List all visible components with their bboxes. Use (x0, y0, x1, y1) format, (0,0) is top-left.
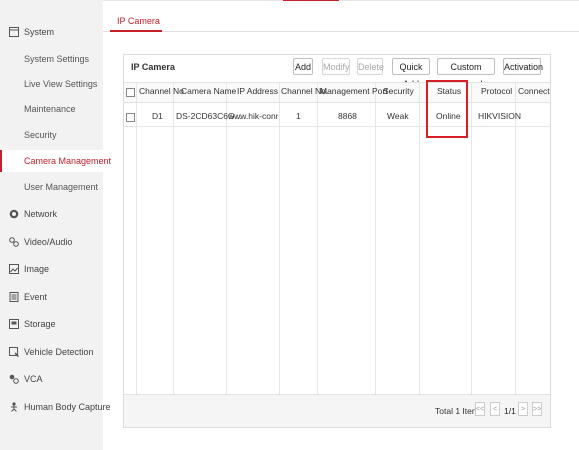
column-divider (515, 82, 516, 394)
video-audio-icon (8, 237, 19, 248)
sidebar-item-user-management[interactable]: User Management (0, 176, 103, 198)
sidebar-item-label: Storage (24, 319, 56, 329)
column-divider (136, 82, 137, 394)
network-icon (8, 209, 19, 220)
sidebar-item-label: Live View Settings (24, 79, 98, 89)
column-divider (226, 82, 227, 394)
column-header-status[interactable]: Status (437, 86, 461, 96)
sidebar-item-label: Image (24, 264, 50, 274)
select-all-checkbox[interactable] (126, 88, 135, 97)
sidebar-item-event[interactable]: Event (0, 286, 103, 308)
column-divider (375, 82, 376, 394)
column-header-protocol[interactable]: Protocol (481, 86, 512, 96)
tab-ip-camera[interactable]: IP Camera (117, 16, 160, 30)
column-header-camera-name[interactable]: Camera Name (181, 86, 236, 96)
page-indicator: 1/1 (504, 406, 516, 416)
event-icon (8, 292, 19, 303)
sidebar-item-label: Security (24, 130, 57, 140)
sidebar-item-label: System (24, 27, 55, 37)
cell-management-port: 8868 (338, 111, 357, 121)
image-icon (8, 264, 19, 275)
sidebar-item-label: User Management (24, 182, 99, 192)
cell-ip-address: www.hik-connec... (228, 111, 278, 121)
sidebar-item-human-body-capture[interactable]: Human Body Capture (0, 396, 111, 418)
sidebar-item-label: System Settings (24, 54, 90, 64)
sidebar-item-label: Human Body Capture (24, 402, 111, 412)
human-body-capture-icon (8, 402, 19, 413)
cell-protocol: HIKVISION (478, 111, 521, 121)
vehicle-detection-icon (8, 347, 19, 358)
tab-divider (103, 31, 579, 32)
sidebar-item-label: Vehicle Detection (24, 347, 94, 357)
column-divider (471, 82, 472, 394)
column-divider (317, 82, 318, 394)
quick-add-button[interactable]: Quick Add (392, 58, 430, 89)
add-button[interactable]: Add (293, 58, 313, 75)
sidebar-item-storage[interactable]: Storage (0, 313, 103, 335)
next-page-button[interactable]: > (518, 402, 528, 416)
custom-protocol-button[interactable]: Custom Protocol (437, 58, 495, 89)
sidebar-item-label: Camera Management (24, 156, 112, 166)
delete-button[interactable]: Delete (357, 58, 384, 75)
storage-icon (8, 319, 19, 330)
column-divider (419, 82, 420, 394)
vca-icon (8, 374, 19, 385)
sidebar-item-maintenance[interactable]: Maintenance (0, 98, 103, 120)
sidebar: System System Settings Live View Setting… (0, 0, 111, 450)
ip-camera-panel: IP Camera Add Modify Delete Quick Add Cu… (123, 54, 551, 428)
top-accent (283, 0, 339, 1)
sidebar-item-label: VCA (24, 374, 43, 384)
column-divider (173, 82, 174, 394)
cell-channel: D1 (152, 111, 163, 121)
prev-page-button[interactable]: < (490, 402, 500, 416)
modify-button[interactable]: Modify (322, 58, 350, 75)
tab-active-indicator (110, 30, 162, 32)
sidebar-item-security[interactable]: Security (0, 124, 103, 146)
column-header-channel-no[interactable]: Channel No (139, 86, 184, 96)
sidebar-item-system[interactable]: System (0, 21, 103, 43)
column-header-management-port[interactable]: Management Port (320, 86, 388, 96)
cell-security: Weak (387, 111, 409, 121)
sidebar-item-image[interactable]: Image (0, 258, 103, 280)
sidebar-item-vca[interactable]: VCA (0, 368, 103, 390)
column-header-ip-address[interactable]: IP Address (237, 86, 278, 96)
column-header-connect[interactable]: Connect (518, 86, 550, 96)
column-divider (279, 82, 280, 394)
cell-status: Online (436, 111, 461, 121)
cell-channel-no: 1 (296, 111, 301, 121)
sidebar-item-label: Event (24, 292, 48, 302)
sidebar-item-network[interactable]: Network (0, 203, 103, 225)
sidebar-item-video-audio[interactable]: Video/Audio (0, 231, 103, 253)
sidebar-item-label: Maintenance (24, 104, 76, 114)
sidebar-item-label: Network (24, 209, 58, 219)
sidebar-item-live-view-settings[interactable]: Live View Settings (0, 73, 103, 95)
activation-button[interactable]: Activation (503, 58, 543, 75)
panel-title: IP Camera (131, 62, 175, 72)
sidebar-item-label: Video/Audio (24, 237, 73, 247)
table-footer (124, 394, 550, 427)
column-header-security[interactable]: Security (383, 86, 414, 96)
row-checkbox[interactable] (126, 113, 135, 122)
last-page-button[interactable]: >> (532, 402, 542, 416)
first-page-button[interactable]: << (475, 402, 485, 416)
sidebar-item-system-settings[interactable]: System Settings (0, 48, 103, 70)
sidebar-item-vehicle-detection[interactable]: Vehicle Detection (0, 341, 103, 363)
system-icon (8, 27, 19, 38)
sidebar-item-camera-management[interactable]: Camera Management (0, 150, 111, 172)
